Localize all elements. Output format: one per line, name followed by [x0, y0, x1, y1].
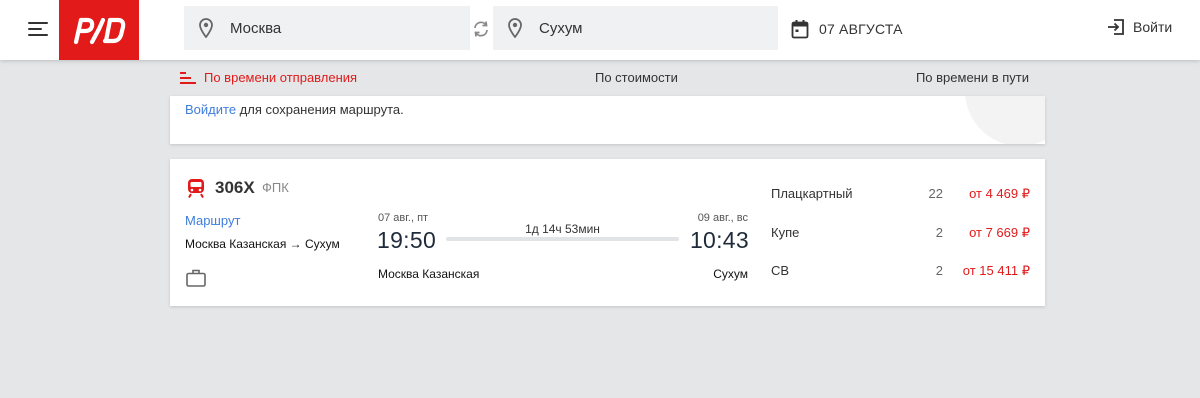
arrival-date: 09 авг., вс: [697, 212, 748, 224]
luggage-icon[interactable]: [186, 269, 206, 287]
banner-decoration: [965, 96, 1045, 144]
arrival-time: 10:43: [689, 227, 749, 253]
sort-by-price[interactable]: По стоимости: [595, 70, 678, 85]
train-icon: [188, 179, 204, 198]
swap-icon[interactable]: [472, 20, 490, 38]
header: Москва Сухум 07 АВГУСТА Войти: [0, 0, 1200, 60]
car-class: Плацкартный: [771, 186, 853, 201]
carrier: ФПК: [262, 180, 289, 195]
car-class: Купе: [771, 225, 800, 240]
from-value: Москва: [230, 20, 282, 37]
to-value: Сухум: [539, 20, 583, 37]
car-class-row[interactable]: Плацкартный 22 от 4 469 ₽: [771, 186, 1030, 206]
date-picker[interactable]: 07 АВГУСТА: [791, 17, 903, 41]
calendar-icon: [791, 20, 809, 39]
price: от 15 411 ₽: [962, 263, 1030, 278]
from-field[interactable]: Москва: [184, 6, 470, 50]
sort-bar: По времени отправления По стоимости По в…: [170, 60, 1045, 96]
sort-by-departure[interactable]: По времени отправления: [204, 70, 357, 85]
car-class-row[interactable]: Купе 2 от 7 669 ₽: [771, 225, 1030, 245]
route-name: Москва Казанская → Сухум: [185, 237, 340, 251]
sort-by-duration[interactable]: По времени в пути: [916, 70, 1029, 85]
travel-duration: 1д 14ч 53мин: [525, 222, 600, 236]
login-icon: [1108, 19, 1124, 35]
departure-date: 07 авг., пт: [378, 212, 429, 224]
login-button[interactable]: Войти: [1107, 18, 1172, 36]
save-route-message: для сохранения маршрута.: [236, 102, 404, 117]
save-route-banner: Войдите для сохранения маршрута.: [170, 96, 1045, 144]
rzd-logo[interactable]: [59, 0, 139, 60]
departure-station: Москва Казанская: [378, 267, 480, 281]
rzd-logo-mark: [73, 17, 126, 45]
price: от 7 669 ₽: [969, 225, 1030, 240]
login-label: Войти: [1133, 19, 1173, 35]
seats-count: 2: [935, 263, 943, 278]
car-class: СВ: [771, 263, 790, 278]
seats-count: 2: [935, 225, 943, 240]
price: от 4 469 ₽: [969, 186, 1030, 201]
login-link[interactable]: Войдите: [185, 102, 236, 117]
sort-icon: [180, 72, 196, 84]
menu-icon[interactable]: [28, 20, 50, 38]
train-card: 306Х ФПК Маршрут Москва Казанская → Суху…: [170, 159, 1045, 306]
save-route-text: Войдите для сохранения маршрута.: [185, 102, 404, 117]
route-link[interactable]: Маршрут: [185, 213, 240, 228]
car-class-row[interactable]: СВ 2 от 15 411 ₽: [771, 263, 1030, 283]
seats-count: 22: [928, 186, 943, 201]
departure-time: 19:50: [377, 227, 437, 253]
date-value: 07 АВГУСТА: [819, 21, 903, 37]
location-pin-icon: [508, 18, 522, 38]
location-pin-icon: [199, 18, 213, 38]
arrival-station: Сухум: [713, 267, 748, 281]
train-number: 306Х: [215, 178, 255, 197]
duration-line: [446, 237, 679, 241]
to-field[interactable]: Сухум: [493, 6, 778, 50]
